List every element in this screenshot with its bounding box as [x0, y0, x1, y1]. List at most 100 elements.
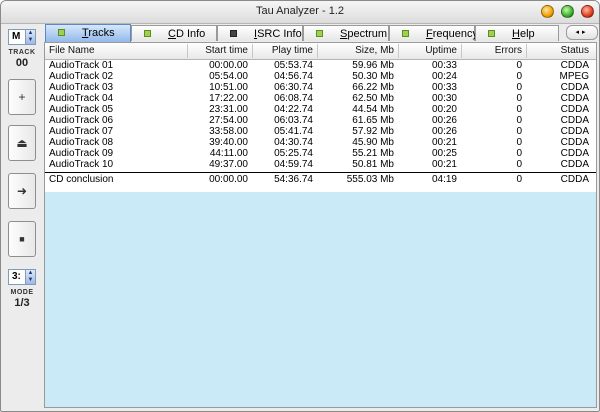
column-header-start-time[interactable]: Start time [188, 45, 248, 56]
cell-play-time: 05:53.74 [274, 60, 313, 71]
green-square-icon [488, 30, 495, 37]
dark-square-icon [230, 30, 237, 37]
maximize-button[interactable] [561, 5, 574, 18]
table-row[interactable]: AudioTrack 06 27:54.00 06:03.74 61.65 Mb… [45, 115, 596, 126]
cell-errors: 0 [516, 159, 522, 170]
cell-errors: 0 [516, 104, 522, 115]
table-row[interactable]: AudioTrack 05 23:31.00 04:22.74 44.54 Mb… [45, 104, 596, 115]
table-row[interactable]: AudioTrack 04 17:22.00 06:08.74 62.50 Mb… [45, 93, 596, 104]
tab-label: Help [512, 28, 535, 40]
minimize-button[interactable] [541, 5, 554, 18]
cell-uptime: 00:21 [431, 137, 457, 148]
cell-start-time: 05:54.00 [209, 71, 248, 82]
speed-select[interactable]: 3: ▲ ▼ [8, 269, 36, 285]
cell-errors: 0 [516, 126, 522, 137]
tab-frequency[interactable]: Frequency [389, 25, 478, 41]
table-header: File Name Start time Play time Size, Mb … [45, 43, 596, 60]
cell-size: 59.96 Mb [352, 60, 394, 71]
close-button[interactable] [581, 5, 594, 18]
cell-errors: 0 [516, 82, 522, 93]
column-header-size[interactable]: Size, Mb [318, 45, 394, 56]
column-header-status[interactable]: Status [527, 45, 589, 56]
cell-start-time: 27:54.00 [209, 115, 248, 126]
cell-size: 55.21 Mb [352, 148, 394, 159]
cell-uptime: 00:20 [431, 104, 457, 115]
table-row[interactable]: AudioTrack 03 10:51.00 06:30.74 66.22 Mb… [45, 82, 596, 93]
table-row[interactable]: AudioTrack 09 44:11.00 05:25.74 55.21 Mb… [45, 148, 596, 159]
cell-uptime: 00:26 [431, 115, 457, 126]
column-header-uptime[interactable]: Uptime [399, 45, 457, 56]
play-button[interactable]: ➜ [8, 173, 36, 209]
tab-label: Tracks [82, 27, 115, 39]
cell-status: CDDA [560, 60, 589, 71]
cell-file-name: AudioTrack 02 [49, 71, 114, 82]
arrow-right-icon: ➜ [16, 184, 28, 198]
table-row[interactable]: AudioTrack 02 05:54.00 04:56.74 50.30 Mb… [45, 71, 596, 82]
cell-errors: 0 [516, 71, 522, 82]
cell-play-time: 04:56.74 [274, 71, 313, 82]
add-button[interactable]: + [8, 79, 36, 115]
column-header-errors[interactable]: Errors [462, 45, 522, 56]
cell-start-time: 00:00.00 [209, 60, 248, 71]
speed-select-value: 3: [12, 271, 21, 282]
cell-file-name: AudioTrack 03 [49, 82, 114, 93]
eject-button[interactable]: ⏏ [8, 125, 36, 161]
cell-size: 555.03 Mb [346, 174, 394, 185]
table-row[interactable]: AudioTrack 08 39:40.00 04:30.74 45.90 Mb… [45, 137, 596, 148]
column-header-file-name[interactable]: File Name [49, 45, 95, 56]
cell-status: CDDA [560, 82, 589, 93]
green-square-icon [402, 30, 409, 37]
cell-uptime: 00:21 [431, 159, 457, 170]
title-bar[interactable]: Tau Analyzer - 1.2 [1, 1, 599, 24]
window-title: Tau Analyzer - 1.2 [255, 5, 345, 17]
cell-file-name: AudioTrack 04 [49, 93, 114, 104]
spin-arrows-icon[interactable]: ▲ ▼ [25, 30, 35, 44]
cell-file-name: AudioTrack 06 [49, 115, 114, 126]
mode-select[interactable]: M ▲ ▼ [8, 29, 36, 45]
cell-size: 50.81 Mb [352, 159, 394, 170]
tab-isrc-info[interactable]: ISRC Info [217, 25, 303, 41]
left-control-panel: M ▲ ▼ TRACK 00 + ⏏ ➜ ■ 3: ▲ ▼ MODE 1/3 [6, 25, 38, 411]
cell-file-name: AudioTrack 01 [49, 60, 114, 71]
tab-cd-info[interactable]: CD Info [131, 25, 217, 41]
cell-size: 66.22 Mb [352, 82, 394, 93]
cell-status: CDDA [560, 137, 589, 148]
cell-start-time: 23:31.00 [209, 104, 248, 115]
table-summary-row[interactable]: CD conclusion 00:00.00 54:36.74 555.03 M… [45, 172, 596, 186]
cell-errors: 0 [516, 93, 522, 104]
spin-arrows-icon[interactable]: ▲ ▼ [25, 270, 35, 284]
table-row[interactable]: AudioTrack 01 00:00.00 05:53.74 59.96 Mb… [45, 60, 596, 71]
mode-label: MODE [10, 289, 34, 296]
tab-tracks[interactable]: Tracks [45, 24, 131, 43]
tab-help[interactable]: Help [475, 25, 559, 41]
cell-play-time: 04:22.74 [274, 104, 313, 115]
cell-file-name: AudioTrack 10 [49, 159, 114, 170]
cell-start-time: 49:37.00 [209, 159, 248, 170]
eject-icon: ⏏ [16, 136, 28, 150]
stop-button[interactable]: ■ [8, 221, 36, 257]
tab-scroll-arrows-icon[interactable]: ◂▸ [566, 25, 598, 40]
green-square-icon [144, 30, 151, 37]
track-label: TRACK [8, 49, 36, 56]
cell-errors: 0 [516, 148, 522, 159]
table-row[interactable]: AudioTrack 07 33:58.00 05:41.74 57.92 Mb… [45, 126, 596, 137]
tab-label: Frequency [426, 28, 478, 40]
column-header-play-time[interactable]: Play time [253, 45, 313, 56]
tab-spectrum[interactable]: Spectrum [303, 25, 389, 41]
cell-start-time: 44:11.00 [209, 148, 248, 159]
cell-play-time: 54:36.74 [274, 174, 313, 185]
cell-file-name: AudioTrack 09 [49, 148, 114, 159]
cell-play-time: 04:30.74 [274, 137, 313, 148]
cell-uptime: 00:25 [431, 148, 457, 159]
cell-status: MPEG [559, 71, 589, 82]
cell-uptime: 00:24 [431, 71, 457, 82]
cell-play-time: 04:59.74 [274, 159, 313, 170]
cell-file-name: AudioTrack 08 [49, 137, 114, 148]
cell-status: CDDA [560, 159, 589, 170]
mode-fraction: 1/3 [14, 297, 30, 309]
cell-status: CDDA [560, 148, 589, 159]
cell-play-time: 05:41.74 [274, 126, 313, 137]
cell-start-time: 39:40.00 [209, 137, 248, 148]
table-row[interactable]: AudioTrack 10 49:37.00 04:59.74 50.81 Mb… [45, 159, 596, 170]
cell-size: 45.90 Mb [352, 137, 394, 148]
